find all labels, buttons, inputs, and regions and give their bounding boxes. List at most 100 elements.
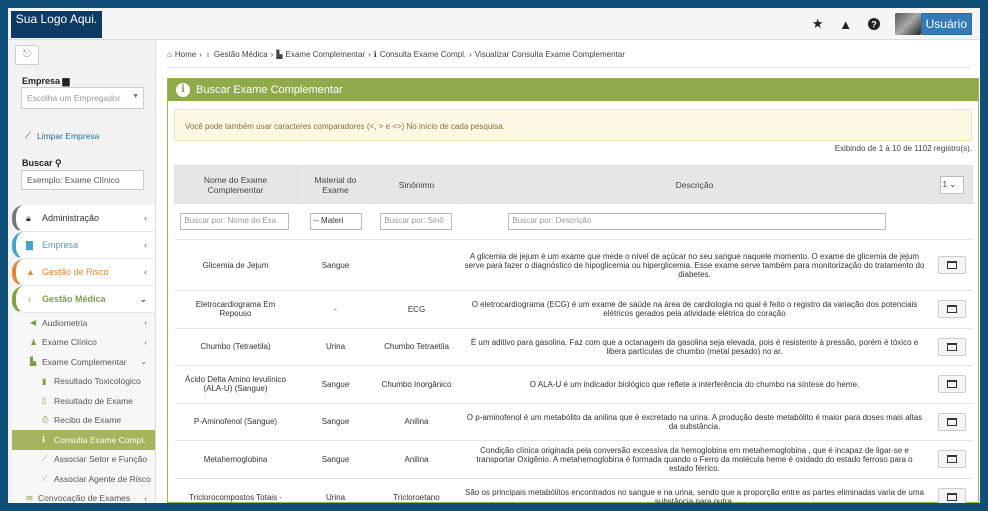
- svg-text:?: ?: [871, 20, 877, 30]
- menu-gestao-medica[interactable]: ♁ Gestão Médica ⌄: [12, 286, 155, 313]
- link-icon: ⟋: [42, 473, 48, 483]
- envelope-icon: ✉: [26, 493, 33, 503]
- info-icon: ℹ: [373, 50, 377, 59]
- chevron-left-icon: ‹: [144, 493, 147, 503]
- files-icon: ▙: [276, 50, 283, 59]
- lock-icon: 🔒︎: [26, 212, 31, 223]
- sidebar: ⎋ Empresa ▆ Escolha um Empregador ▼ ⟋ Limp…: [8, 40, 156, 503]
- header-material[interactable]: Material do Exame: [296, 165, 375, 204]
- header-nome[interactable]: Nome do Exame Complementar: [174, 165, 297, 204]
- chevron-left-icon: ‹: [144, 267, 147, 277]
- chevron-left-icon: ‹: [144, 337, 147, 347]
- warning-icon: ▲: [26, 267, 35, 277]
- list-icon: [946, 493, 957, 501]
- volume-icon: ◀: [30, 318, 37, 328]
- info-alert: Você pode também usar caracteres compara…: [174, 109, 972, 141]
- list-icon: [946, 417, 957, 426]
- building-icon: ▇: [26, 239, 33, 250]
- table-row: Metahemoglobina Sangue Anilina Condição …: [174, 440, 973, 478]
- details-button[interactable]: [937, 337, 966, 356]
- menu-resultado-exame[interactable]: ▯ Resultado de Exame: [12, 391, 155, 411]
- empresa-select[interactable]: Escolha um Empregador ▼: [21, 87, 144, 109]
- table-row: Triclorocompostos Totais - Urina Triclor…: [174, 477, 973, 503]
- files-icon: ▙: [30, 357, 37, 367]
- side-menu: 🔒︎ Administração ‹ ▇ Empresa ‹ ▲ Gestão …: [12, 205, 155, 503]
- details-button[interactable]: [937, 300, 966, 319]
- logo[interactable]: Sua Logo Aqui.: [11, 11, 102, 38]
- stethoscope-icon: ♁: [204, 50, 211, 59]
- star-icon[interactable]: ★: [811, 16, 825, 31]
- menu-consulta-exame-compl[interactable]: ℹ Consulta Exame Compl.: [12, 430, 155, 450]
- breadcrumb-current: Visualizar Consulta Exame Complementar: [474, 50, 625, 59]
- table-row: Chumbo (Tetraetila) Urina Chumbo Tetraet…: [174, 327, 973, 366]
- menu-resultado-toxicologico[interactable]: ▮ Resultado Toxicológico: [12, 371, 155, 391]
- breadcrumb-home[interactable]: Home: [175, 50, 196, 59]
- panel-header: i Buscar Exame Complementar: [168, 79, 978, 101]
- details-button[interactable]: [937, 256, 966, 274]
- file-icon: ▯: [42, 396, 47, 406]
- user-button[interactable]: Usuário: [920, 13, 972, 35]
- limpar-empresa-link[interactable]: ⟋ Limpar Empresa: [25, 130, 99, 141]
- search-panel: i Buscar Exame Complementar Você pode ta…: [167, 78, 979, 503]
- record-count: Exibindo de 1 à 10 de 1102 registro(s).: [834, 144, 972, 153]
- print-icon: ⎙: [42, 415, 49, 425]
- menu-convocacao-exames[interactable]: ✉ Convocação de Exames ‹: [12, 488, 155, 503]
- details-button[interactable]: [937, 450, 966, 469]
- details-button[interactable]: [937, 375, 966, 394]
- top-bar: Sua Logo Aqui. ★ ▲ ? Usuário: [8, 8, 980, 40]
- help-icon[interactable]: ?: [867, 17, 881, 31]
- chevron-down-icon: ⌄: [140, 357, 147, 367]
- stethoscope-icon: ♁: [26, 294, 33, 304]
- chevron-down-icon: ⌄: [949, 179, 956, 189]
- filter-nome-input[interactable]: Buscar por: Nome do Exa: [179, 213, 290, 230]
- sidebar-toggle-button[interactable]: ⎋: [15, 45, 39, 65]
- filter-material-select[interactable]: -- Materi: [309, 213, 362, 230]
- menu-exame-clinico[interactable]: ♟ Exame Clínico ‹: [12, 332, 155, 352]
- chevron-down-icon: ▼: [132, 93, 139, 100]
- menu-recibo-exame[interactable]: ⎙ Recibo de Exame: [12, 410, 155, 430]
- breadcrumb-gestao-medica[interactable]: Gestão Médica: [214, 50, 268, 59]
- top-icons: ★ ▲ ? Usuário: [811, 13, 972, 35]
- breadcrumb-exame-complementar[interactable]: Exame Complementar: [286, 50, 366, 59]
- link-icon: ⟋: [42, 454, 48, 464]
- menu-administracao[interactable]: 🔒︎ Administração ‹: [12, 205, 155, 232]
- header-sinonimo[interactable]: Sinônimo: [374, 165, 459, 204]
- menu-audiometria[interactable]: ◀ Audiometria ‹: [12, 313, 155, 333]
- search-icon: ⚲: [55, 158, 62, 168]
- breadcrumb: ⌂ Home › ♁ Gestão Médica › ▙ Exame Compl…: [167, 48, 970, 68]
- broom-icon: ⟋: [25, 130, 31, 140]
- list-icon: [946, 261, 957, 269]
- filter-row: Buscar por: Nome do Exa -- Materi Buscar…: [174, 203, 973, 240]
- table-row: P-Aminofenol (Sangue) Sangue Anilina O p…: [174, 402, 973, 441]
- avatar[interactable]: [894, 13, 921, 35]
- table-row: Ácido Delta Amino levulínico (ALA-U) (Sa…: [174, 365, 973, 403]
- menu-associar-agente-risco[interactable]: ⟋ Associar Agente de Risco: [12, 469, 155, 489]
- table-row: Glicemia de Jejum Sangue A glicemia de j…: [174, 239, 973, 291]
- filter-sinonimo-input[interactable]: Buscar por: Sinô: [379, 213, 453, 230]
- details-button[interactable]: [937, 488, 966, 503]
- menu-gestao-risco[interactable]: ▲ Gestão de Risco ‹: [12, 259, 155, 286]
- menu-empresa[interactable]: ▇ Empresa ‹: [12, 232, 155, 259]
- breadcrumb-consulta[interactable]: Consulta Exame Compl.: [380, 50, 466, 59]
- chevron-left-icon: ‹: [144, 318, 147, 328]
- chevron-left-icon: ‹: [144, 240, 147, 250]
- filter-descricao-input[interactable]: Buscar por: Descrição: [507, 213, 886, 230]
- sidebar-search-input[interactable]: Exemplo: Exame Clínico: [21, 170, 144, 190]
- building-icon: ▆: [62, 76, 70, 86]
- exams-table: Nome do Exame Complementar Material do E…: [174, 165, 973, 503]
- warning-icon[interactable]: ▲: [839, 17, 853, 32]
- app-window: Sua Logo Aqui. ★ ▲ ? Usuário ⎋ Empresa ▆…: [8, 8, 980, 503]
- table-row: Eletrocardiograma Em Repouso - ECG O ele…: [174, 290, 973, 328]
- page-size-select[interactable]: 1 ⌄: [939, 175, 964, 194]
- empresa-label: Empresa ▆: [22, 76, 70, 86]
- buscar-label: Buscar ⚲: [22, 158, 62, 168]
- list-icon: [946, 305, 957, 314]
- menu-exame-complementar[interactable]: ▙ Exame Complementar ⌄: [12, 352, 155, 372]
- home-icon: ⌂: [167, 50, 172, 59]
- list-icon: [946, 455, 957, 464]
- header-page-size: 1 ⌄: [930, 165, 973, 204]
- header-descricao[interactable]: Descrição: [458, 165, 931, 204]
- menu-associar-setor-funcao[interactable]: ⟋ Associar Setor e Função: [12, 449, 155, 469]
- details-button[interactable]: [937, 412, 966, 431]
- user-md-icon: ♟: [30, 337, 38, 347]
